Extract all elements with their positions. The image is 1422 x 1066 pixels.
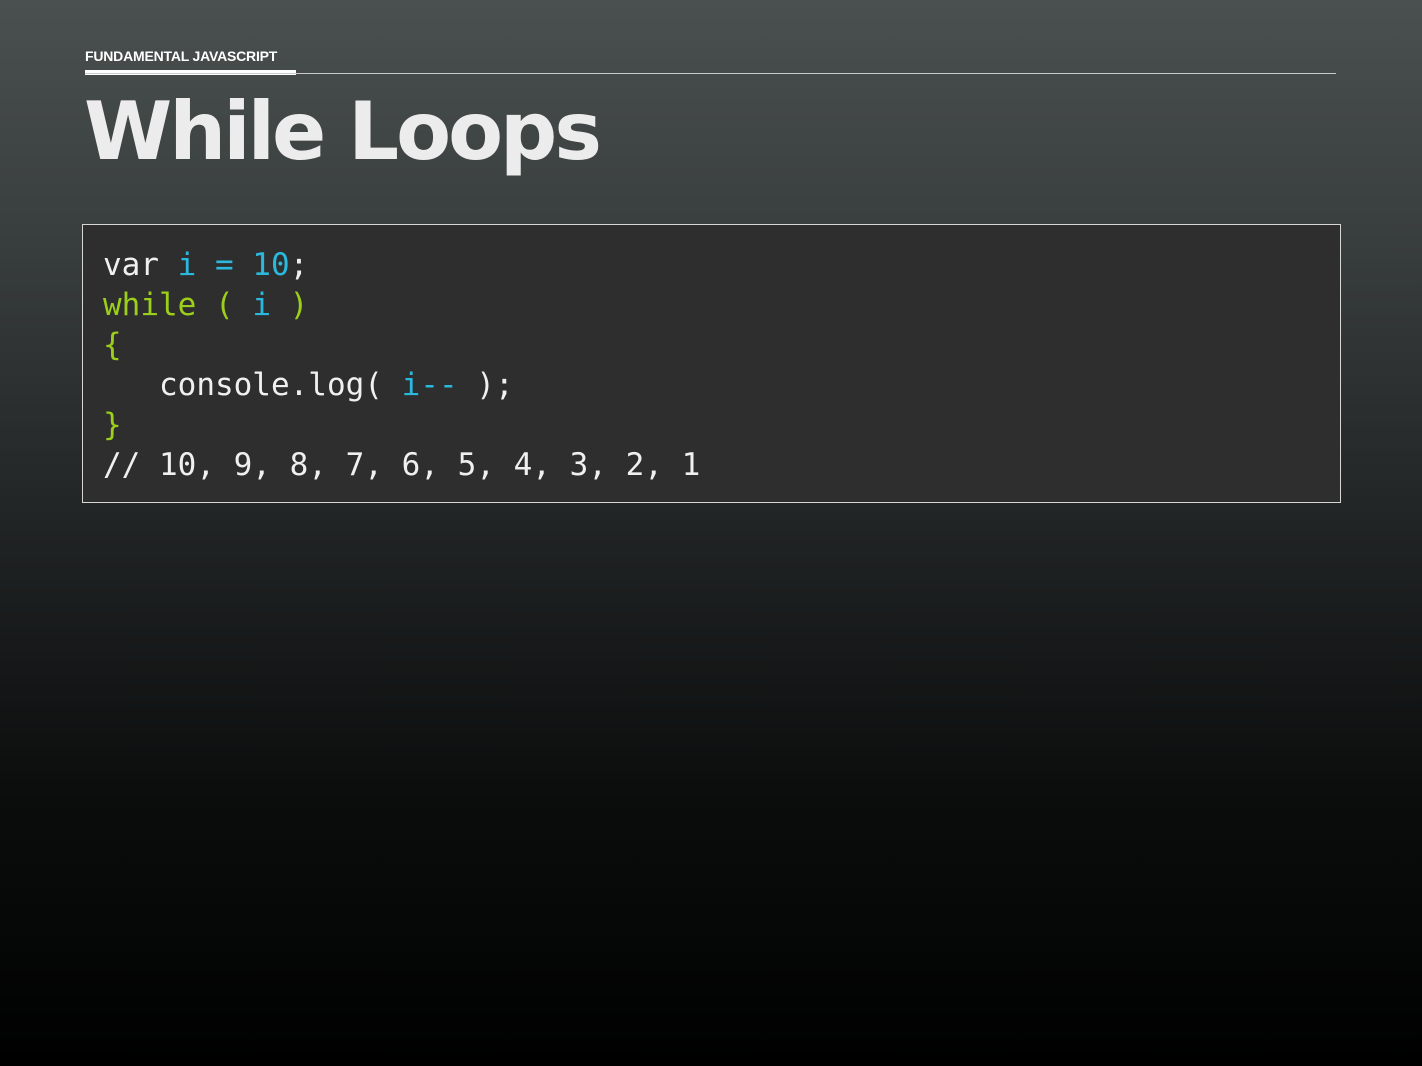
code-line: var i = 10; xyxy=(103,245,700,285)
code-token: i xyxy=(252,287,271,323)
code-line: { xyxy=(103,325,700,365)
code-token: ) xyxy=(270,287,309,323)
page-title: While Loops xyxy=(84,85,602,178)
code-line: console.log( i-- ); xyxy=(103,365,700,405)
section-label: FUNDAMENTAL JAVASCRIPT xyxy=(85,48,278,64)
code-block: var i = 10; while ( i ){ console.log( i--… xyxy=(82,224,1341,503)
header-divider xyxy=(85,73,1336,74)
code-token: { xyxy=(103,327,122,363)
code-token: var xyxy=(103,247,178,283)
code-line: } xyxy=(103,405,700,445)
code-listing: var i = 10; while ( i ){ console.log( i--… xyxy=(103,245,700,485)
code-line: // 10, 9, 8, 7, 6, 5, 4, 3, 2, 1 xyxy=(103,445,700,485)
code-token: ; xyxy=(289,247,309,283)
code-token: } xyxy=(103,407,122,443)
code-token: ); xyxy=(457,367,514,403)
code-token: i = 10 xyxy=(177,247,290,283)
code-token: while ( xyxy=(103,287,253,323)
code-comment: // 10, 9, 8, 7, 6, 5, 4, 3, 2, 1 xyxy=(103,447,701,483)
code-token: i-- xyxy=(401,367,458,403)
code-token: console.log( xyxy=(103,367,402,403)
code-line: while ( i ) xyxy=(103,285,700,325)
